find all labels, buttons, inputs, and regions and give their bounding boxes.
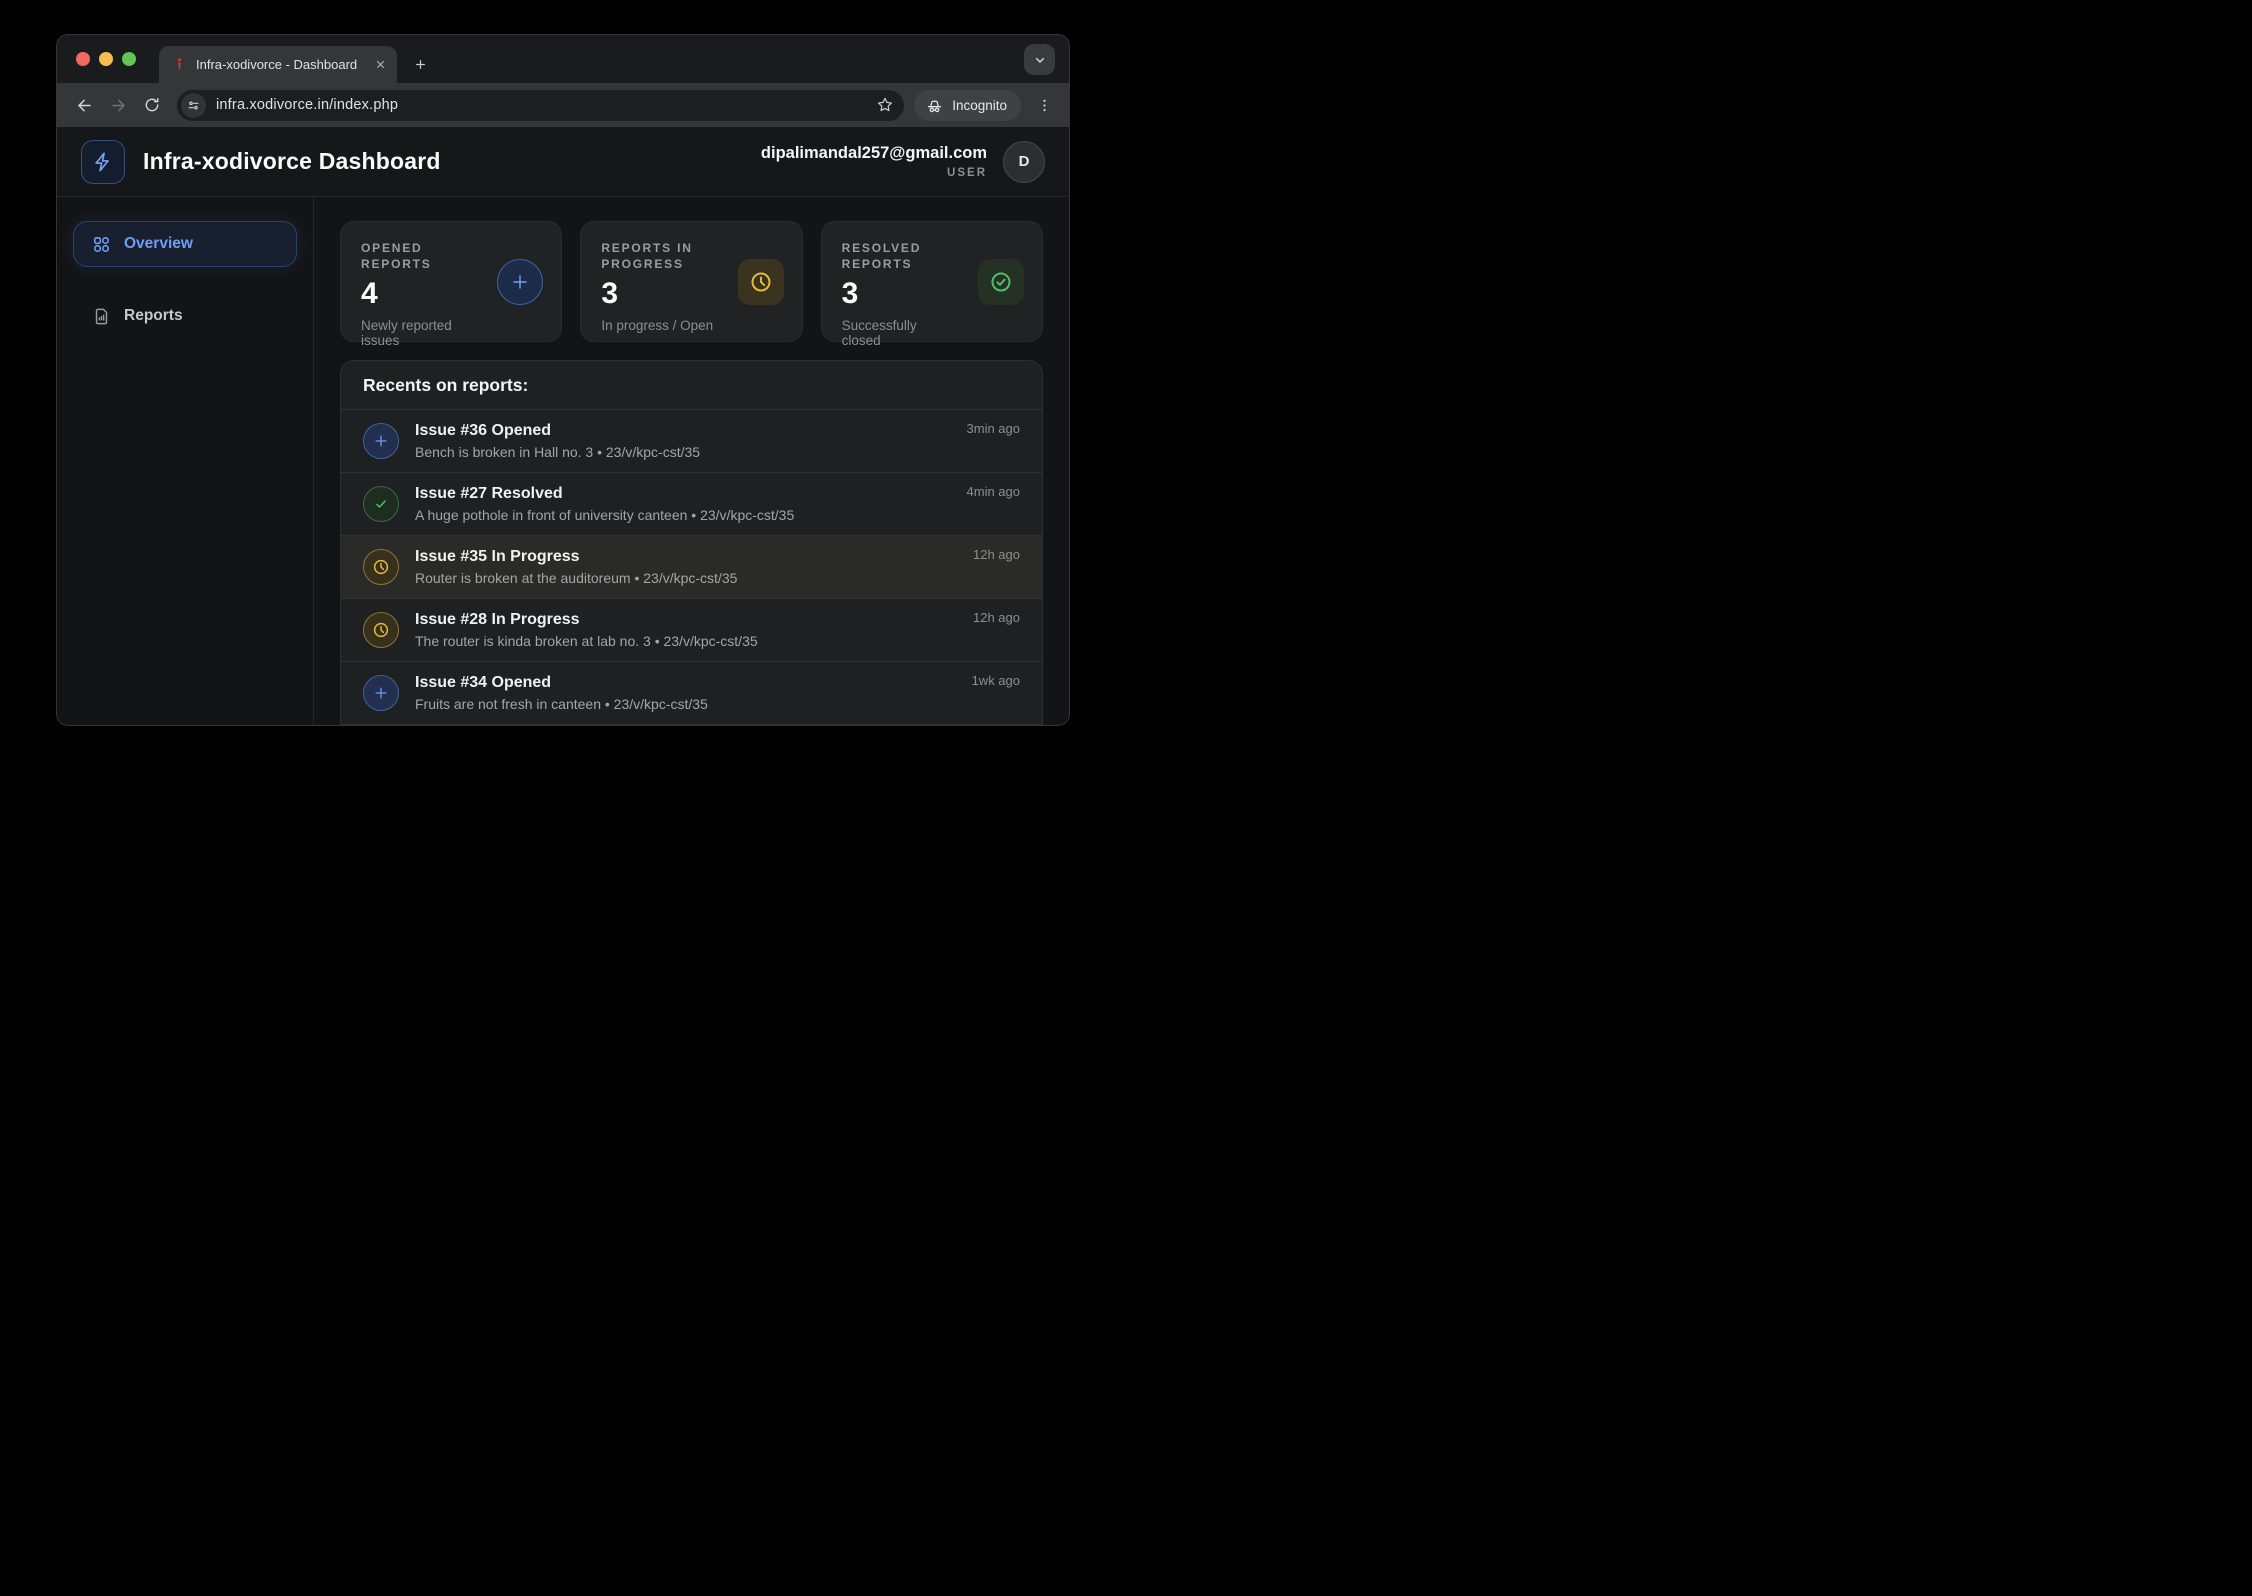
user-role-badge: USER: [761, 167, 987, 179]
browser-menu-button[interactable]: [1031, 91, 1057, 119]
recent-description: Bench is broken in Hall no. 3 • 23/v/kpc…: [415, 444, 967, 460]
sidebar-item-reports[interactable]: Reports: [73, 293, 297, 339]
recent-row-text: Issue #28 In Progress The router is kind…: [415, 611, 973, 649]
user-info: dipalimandal257@gmail.com USER: [761, 144, 987, 179]
stat-label: RESOLVED REPORTS: [842, 240, 958, 272]
recent-title: Issue #35 In Progress: [415, 548, 973, 566]
bookmark-star-icon[interactable]: [872, 92, 898, 118]
stat-caption: In progress / Open: [601, 318, 717, 333]
recent-row-text: Issue #34 Opened Fruits are not fresh in…: [415, 674, 972, 712]
recent-description: A huge pothole in front of university ca…: [415, 507, 967, 523]
page-body: Overview Reports OPENED REPORTS 4: [57, 197, 1069, 725]
recents-panel: Recents on reports: Issue #36 Opened Ben…: [340, 360, 1043, 725]
stat-value: 3: [842, 279, 958, 309]
stat-label: REPORTS IN PROGRESS: [601, 240, 717, 272]
recent-row-text: Issue #36 Opened Bench is broken in Hall…: [415, 422, 967, 460]
site-settings-icon[interactable]: [181, 93, 206, 118]
recent-row-text: Issue #35 In Progress Router is broken a…: [415, 548, 973, 586]
sidebar: Overview Reports: [57, 197, 314, 725]
page-header: Infra-xodivorce Dashboard dipalimandal25…: [57, 127, 1069, 197]
recent-description: Router is broken at the auditoreum • 23/…: [415, 570, 973, 586]
recent-title: Issue #28 In Progress: [415, 611, 973, 629]
stat-card-opened: OPENED REPORTS 4 Newly reported issues: [340, 221, 562, 342]
new-tab-button[interactable]: [406, 50, 434, 78]
recent-title: Issue #27 Resolved: [415, 485, 967, 503]
url-text[interactable]: infra.xodivorce.in/index.php: [216, 97, 872, 113]
address-bar[interactable]: infra.xodivorce.in/index.php: [177, 90, 904, 121]
plus-circle-icon: [363, 423, 399, 459]
recent-timestamp: 12h ago: [973, 547, 1020, 562]
recent-row-issue-27[interactable]: Issue #27 Resolved A huge pothole in fro…: [341, 472, 1042, 535]
recent-title: Issue #36 Opened: [415, 422, 967, 440]
recent-timestamp: 4min ago: [967, 484, 1020, 499]
incognito-badge: Incognito: [914, 90, 1021, 121]
sidebar-item-overview[interactable]: Overview: [73, 221, 297, 267]
incognito-label: Incognito: [952, 98, 1007, 113]
recent-row-issue-35[interactable]: Issue #35 In Progress Router is broken a…: [341, 535, 1042, 598]
tab-search-button[interactable]: [1024, 44, 1055, 75]
app-logo: [81, 140, 125, 184]
favicon-icon: [172, 57, 187, 72]
close-window-button[interactable]: [76, 52, 90, 66]
forward-button[interactable]: [103, 90, 133, 120]
recent-timestamp: 12h ago: [973, 610, 1020, 625]
avatar[interactable]: D: [1003, 141, 1045, 183]
recent-timestamp: 1wk ago: [972, 673, 1020, 688]
page-title: Infra-xodivorce Dashboard: [143, 148, 441, 175]
window-controls: [76, 52, 136, 66]
tab-title: Infra-xodivorce - Dashboard: [196, 57, 365, 72]
recent-row-text: Issue #27 Resolved A huge pothole in fro…: [415, 485, 967, 523]
user-email: dipalimandal257@gmail.com: [761, 144, 987, 163]
recents-title: Recents on reports:: [341, 361, 1042, 409]
check-icon: [363, 486, 399, 522]
grid-icon: [92, 235, 111, 254]
recent-row-issue-34[interactable]: Issue #34 Opened Fruits are not fresh in…: [341, 661, 1042, 724]
stat-caption: Successfully closed: [842, 318, 958, 348]
stat-value: 3: [601, 279, 717, 309]
reload-button[interactable]: [137, 90, 167, 120]
clock-icon: [363, 549, 399, 585]
incognito-icon: [925, 96, 944, 115]
stat-value: 4: [361, 279, 477, 309]
tab-close-icon[interactable]: [374, 58, 387, 71]
stat-card-resolved: RESOLVED REPORTS 3 Successfully closed: [821, 221, 1043, 342]
stat-caption: Newly reported issues: [361, 318, 477, 348]
stat-card-in-progress: REPORTS IN PROGRESS 3 In progress / Open: [580, 221, 802, 342]
recent-description: The router is kinda broken at lab no. 3 …: [415, 633, 973, 649]
stats-row: OPENED REPORTS 4 Newly reported issues R…: [340, 221, 1043, 342]
plus-circle-icon: [363, 675, 399, 711]
file-chart-icon: [92, 307, 111, 326]
clock-icon: [363, 612, 399, 648]
tab-strip: Infra-xodivorce - Dashboard: [57, 35, 1069, 83]
check-circle-icon: [978, 259, 1024, 305]
sidebar-item-label: Overview: [124, 235, 193, 253]
recent-row-partial: [341, 724, 1042, 725]
zoom-window-button[interactable]: [122, 52, 136, 66]
recent-title: Issue #34 Opened: [415, 674, 972, 692]
clock-icon: [738, 259, 784, 305]
add-report-button[interactable]: [497, 259, 543, 305]
stat-label: OPENED REPORTS: [361, 240, 477, 272]
recent-row-issue-28[interactable]: Issue #28 In Progress The router is kind…: [341, 598, 1042, 661]
minimize-window-button[interactable]: [99, 52, 113, 66]
browser-toolbar: infra.xodivorce.in/index.php Incognito: [57, 83, 1069, 127]
browser-window: Infra-xodivorce - Dashboard infra.xodivo…: [56, 34, 1070, 726]
main-content: OPENED REPORTS 4 Newly reported issues R…: [314, 197, 1069, 725]
dashboard-page: Infra-xodivorce Dashboard dipalimandal25…: [57, 127, 1069, 725]
recent-row-issue-36[interactable]: Issue #36 Opened Bench is broken in Hall…: [341, 409, 1042, 472]
back-button[interactable]: [69, 90, 99, 120]
sidebar-item-label: Reports: [124, 307, 183, 325]
browser-tab[interactable]: Infra-xodivorce - Dashboard: [159, 46, 397, 83]
recent-timestamp: 3min ago: [967, 421, 1020, 436]
recent-description: Fruits are not fresh in canteen • 23/v/k…: [415, 696, 972, 712]
